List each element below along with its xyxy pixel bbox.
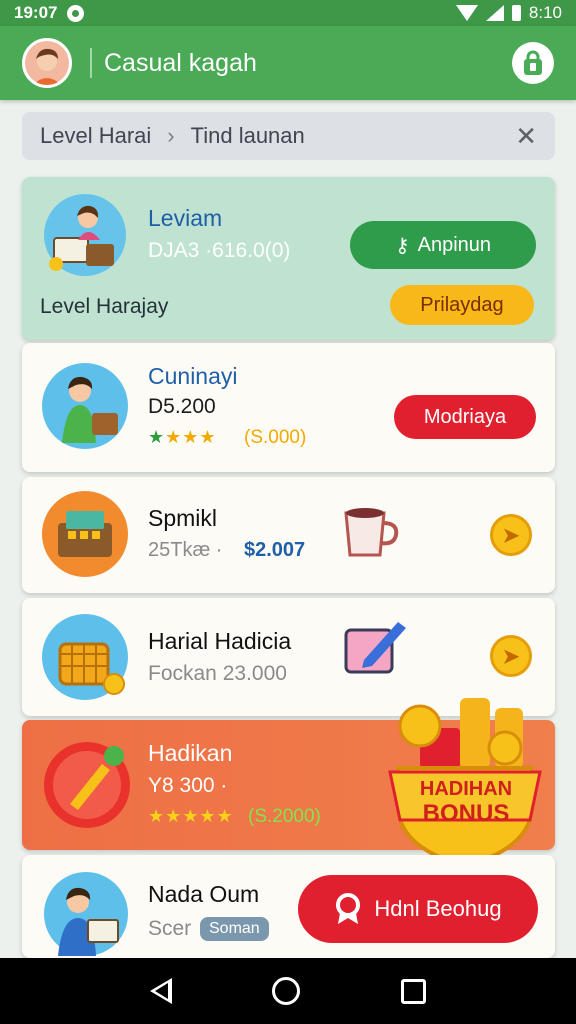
card-price: Y8 300 ·	[148, 774, 228, 797]
wifi-icon	[455, 5, 478, 21]
coin-button[interactable]: ➤	[490, 514, 532, 556]
item-card[interactable]: Nada Oum Scer Soman Hdnl Beohug	[22, 855, 555, 958]
buy-button[interactable]: Modriaya	[394, 395, 536, 439]
register-illustration-icon	[42, 491, 128, 577]
bonus-badge[interactable]: HADIHAN BONUS	[380, 688, 550, 868]
status-badge: Soman	[200, 917, 269, 941]
recent-apps-icon[interactable]	[400, 978, 426, 1004]
card-title: Nada Oum	[148, 881, 260, 907]
notification-dot-icon	[67, 4, 85, 22]
rating-value: (S.000)	[244, 427, 307, 448]
card-title: Harial Hadicia	[148, 628, 292, 654]
home-icon[interactable]	[272, 977, 301, 1005]
ribbon-icon	[336, 893, 361, 924]
chevron-right-icon: ›	[167, 123, 175, 148]
back-icon[interactable]	[150, 978, 173, 1004]
paint-illustration-icon	[44, 742, 130, 828]
key-icon: ⚷	[394, 234, 410, 257]
battery-icon	[511, 5, 521, 21]
card-price: Fockan 23.000	[148, 662, 287, 685]
item-card[interactable]: Cuninayi D5.200 ★★★★ (S.000) Modriaya	[22, 343, 555, 472]
search-input[interactable]: Tind launan	[191, 123, 305, 149]
reader-boy-illustration-icon	[44, 872, 128, 956]
rating-stars-icon: ★★★★★	[148, 806, 234, 826]
basket-illustration-icon	[42, 614, 128, 700]
card-price: 25Tkæ ·	[148, 539, 223, 561]
avatar[interactable]	[22, 38, 72, 88]
card-title: Hadikan	[148, 740, 233, 766]
rating-stars-icon: ★★★★	[148, 427, 217, 447]
rating-value: (S.2000)	[248, 806, 321, 827]
signal-icon	[485, 5, 504, 21]
bonus-line2: BONUS	[422, 800, 510, 827]
card-subtitle: Scer	[148, 917, 192, 940]
status-icons: 8:10	[455, 3, 562, 23]
appbar-divider	[90, 48, 92, 78]
card-level-label: Level Harajay	[40, 295, 169, 318]
status-time: 19:07	[14, 3, 58, 22]
boy-avatar-icon	[25, 41, 69, 85]
card-title: Cuninayi	[148, 363, 238, 389]
status-clock: 8:10	[528, 3, 562, 22]
play-button[interactable]: Prilaydag	[390, 285, 534, 325]
redeem-bonus-button[interactable]: Hdnl Beohug	[298, 875, 538, 943]
shopkeeper-illustration-icon	[42, 363, 128, 449]
card-amount: $2.007	[244, 539, 306, 561]
status-bar: 19:07 8:10	[0, 0, 576, 26]
tablet-pen-icon	[342, 616, 412, 685]
lock-icon	[524, 50, 542, 75]
mug-icon	[340, 505, 402, 566]
search-bar[interactable]: Level Harai › Tind launan ✕	[22, 112, 555, 160]
app-bar: Casual kagah	[0, 26, 576, 100]
reader-illustration-icon	[44, 194, 126, 276]
lock-button[interactable]	[512, 42, 554, 84]
card-title: Leviam	[148, 205, 223, 231]
card-price: D5.200	[148, 395, 216, 418]
coin-button[interactable]: ➤	[490, 635, 532, 677]
unlock-button[interactable]: ⚷ Anpinun	[350, 221, 536, 269]
bonus-line1: HADIHAN	[419, 778, 513, 800]
card-subtitle: DJA3 ·616.0(0)	[148, 239, 291, 262]
level-card[interactable]: Leviam DJA3 ·616.0(0) Level Harajay ⚷ An…	[22, 177, 555, 340]
item-card[interactable]: Spmikl 25Tkæ · $2.007 ➤	[22, 477, 555, 593]
card-title: Spmikl	[148, 505, 218, 531]
close-icon[interactable]: ✕	[515, 121, 537, 152]
app-title: Casual kagah	[104, 48, 257, 77]
system-nav-bar	[0, 958, 576, 1024]
breadcrumb-root[interactable]: Level Harai	[40, 123, 151, 149]
